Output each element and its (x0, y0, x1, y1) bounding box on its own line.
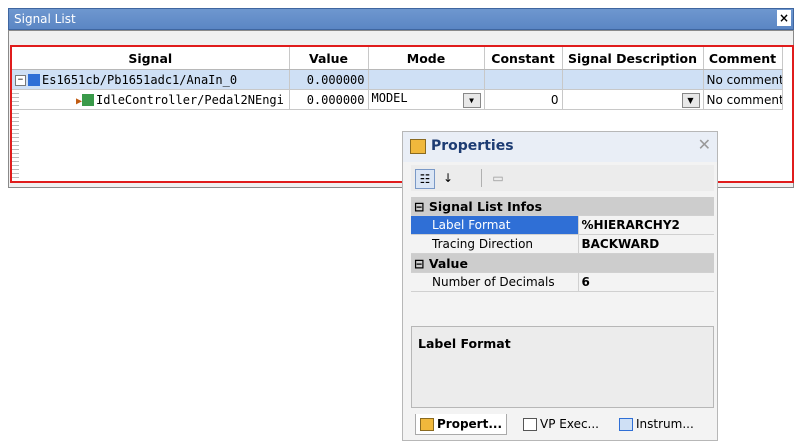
signal-table: Signal Value Mode Constant Signal Descri… (12, 47, 783, 110)
property-value[interactable]: BACKWARD (578, 234, 714, 254)
signal-name: Es1651cb/Pb1651adc1/AnaIn_0 (42, 72, 238, 87)
column-header-signal-description[interactable]: Signal Description (562, 47, 704, 70)
comment-cell[interactable]: No comment (703, 89, 783, 110)
comment-cell[interactable]: No comment (703, 69, 783, 90)
constant-cell[interactable]: 0 (484, 89, 563, 110)
property-name[interactable]: Number of Decimals (411, 272, 579, 292)
close-icon[interactable]: × (777, 10, 791, 26)
property-pages-icon[interactable]: ▭ (489, 169, 507, 187)
signal-name: IdleController/Pedal2NEngi (96, 92, 284, 107)
close-icon[interactable]: ✕ (698, 135, 711, 154)
constant-cell[interactable] (484, 69, 563, 90)
properties-title: Properties (431, 138, 514, 154)
chevron-down-icon[interactable]: ▼ (462, 93, 481, 108)
instrument-tab-icon (619, 418, 633, 431)
mode-select-value: MODEL (371, 91, 408, 105)
column-header-mode[interactable]: Mode (368, 47, 485, 70)
property-value[interactable]: 6 (578, 272, 714, 292)
collapse-icon[interactable]: ⊟ (414, 256, 424, 271)
property-name[interactable]: Label Format (411, 215, 579, 235)
chevron-down-icon[interactable]: ▼ (681, 93, 700, 108)
column-header-signal[interactable]: Signal (12, 47, 290, 70)
mode-cell[interactable]: MODEL ▼ (368, 89, 485, 110)
panel-tab-strip: Propert... VP Exec... Instrum... (411, 412, 714, 437)
column-header-value[interactable]: Value (289, 47, 369, 70)
category-signal-list-infos[interactable]: ⊟ Signal List Infos (411, 197, 714, 216)
description-title: Label Format (418, 336, 511, 351)
property-row[interactable]: Label Format %HIERARCHY2 (411, 215, 714, 235)
property-description-pane: Label Format (411, 326, 714, 408)
column-header-constant[interactable]: Constant (484, 47, 563, 70)
properties-panel: Properties ✕ ☷ ↓ ▭ ⊟ Signal List Infos L… (402, 131, 718, 441)
toolbar-divider (481, 169, 482, 187)
property-name[interactable]: Tracing Direction (411, 234, 579, 254)
signal-list-titlebar: Signal List × (8, 8, 794, 30)
value-cell[interactable]: 0.000000 (289, 89, 369, 110)
table-row[interactable]: − Es1651cb/Pb1651adc1/AnaIn_0 0.000000 No… (12, 69, 783, 90)
property-row[interactable]: Number of Decimals 6 (411, 272, 714, 292)
signal-cell[interactable]: − Es1651cb/Pb1651adc1/AnaIn_0 (12, 69, 290, 90)
tab-instrument[interactable]: Instrum... (619, 414, 694, 434)
properties-tab-icon (420, 418, 434, 431)
signal-cell[interactable]: ▶ IdleController/Pedal2NEngi (12, 89, 290, 110)
description-cell[interactable]: ▼ (562, 89, 704, 110)
property-value[interactable]: %HIERARCHY2 (578, 215, 714, 235)
tab-vp-exec[interactable]: VP Exec... (523, 414, 599, 434)
mode-cell[interactable] (368, 69, 485, 90)
description-cell[interactable] (562, 69, 704, 90)
vp-exec-tab-icon (523, 418, 537, 431)
signal-source-icon (28, 74, 40, 86)
property-row[interactable]: Tracing Direction BACKWARD (411, 234, 714, 254)
window-title: Signal List (14, 12, 76, 26)
property-grid: ⊟ Signal List Infos Label Format %HIERAR… (411, 197, 714, 292)
properties-icon (410, 139, 426, 154)
properties-header: Properties ✕ (403, 132, 717, 162)
categorized-icon[interactable]: ☷ (415, 169, 435, 189)
model-signal-icon (82, 94, 95, 106)
value-cell[interactable]: 0.000000 (289, 69, 369, 90)
category-value[interactable]: ⊟ Value (411, 253, 714, 273)
properties-toolbar: ☷ ↓ ▭ (411, 165, 714, 191)
tab-properties[interactable]: Propert... (415, 414, 508, 435)
column-header-comment[interactable]: Comment (703, 47, 783, 70)
collapse-icon[interactable]: ⊟ (414, 199, 424, 214)
table-row[interactable]: ▶ IdleController/Pedal2NEngi 0.000000 MOD… (12, 89, 783, 110)
collapse-icon[interactable]: − (15, 74, 26, 86)
sort-alphabetical-icon[interactable]: ↓ (439, 169, 457, 187)
